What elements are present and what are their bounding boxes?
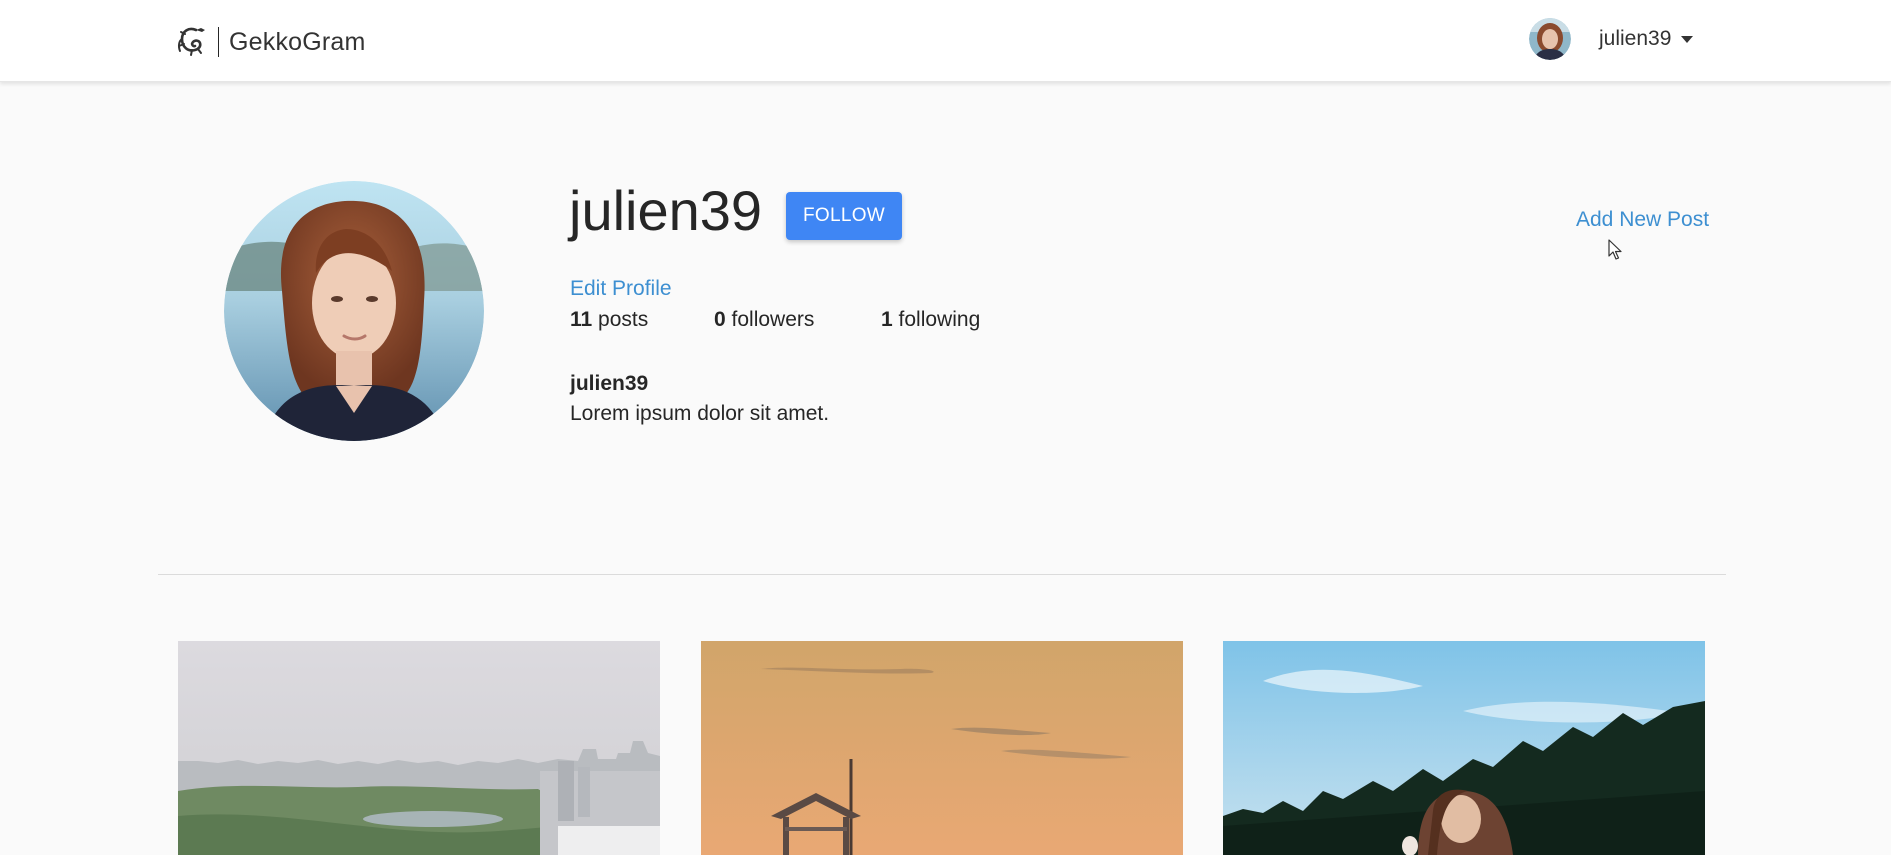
- post-image-forest: [1223, 641, 1705, 855]
- avatar: [1529, 18, 1571, 60]
- brand-name: GekkoGram: [229, 27, 366, 56]
- following-count: 1: [881, 308, 893, 331]
- mouse-pointer-icon: [1608, 239, 1622, 260]
- caret-down-icon: [1681, 35, 1694, 43]
- posts-label: posts: [598, 308, 649, 331]
- section-divider: [158, 574, 1726, 575]
- post-thumbnail[interactable]: [1223, 641, 1705, 855]
- posts-count: 11: [570, 308, 593, 331]
- post-thumbnail[interactable]: [701, 641, 1183, 855]
- profile-username: julien39: [569, 179, 763, 242]
- nav-username: julien39: [1599, 27, 1672, 50]
- edit-profile-link[interactable]: Edit Profile: [570, 277, 672, 301]
- bio-name: julien39: [570, 372, 649, 395]
- followers-count-stat[interactable]: 0 followers: [714, 308, 814, 332]
- brand-link[interactable]: GekkoGram: [176, 22, 366, 62]
- following-count-stat[interactable]: 1 following: [881, 308, 980, 332]
- user-menu-toggle[interactable]: julien39: [1529, 18, 1694, 60]
- following-label: following: [898, 308, 981, 331]
- followers-label: followers: [731, 308, 815, 331]
- follow-button[interactable]: FOLLOW: [786, 192, 902, 240]
- profile-avatar: [224, 181, 484, 441]
- post-image-city: [178, 641, 660, 855]
- bio-text: Lorem ipsum dolor sit amet.: [570, 402, 830, 425]
- posts-count-stat: 11 posts: [570, 308, 648, 332]
- post-image-sunset: [701, 641, 1183, 855]
- gecko-logo-icon: [177, 27, 205, 56]
- top-navbar: GekkoGram julien39: [0, 0, 1891, 82]
- post-thumbnail[interactable]: [178, 641, 660, 855]
- brand-divider: [218, 27, 219, 57]
- followers-count: 0: [714, 308, 726, 331]
- add-new-post-link[interactable]: Add New Post: [1576, 208, 1709, 232]
